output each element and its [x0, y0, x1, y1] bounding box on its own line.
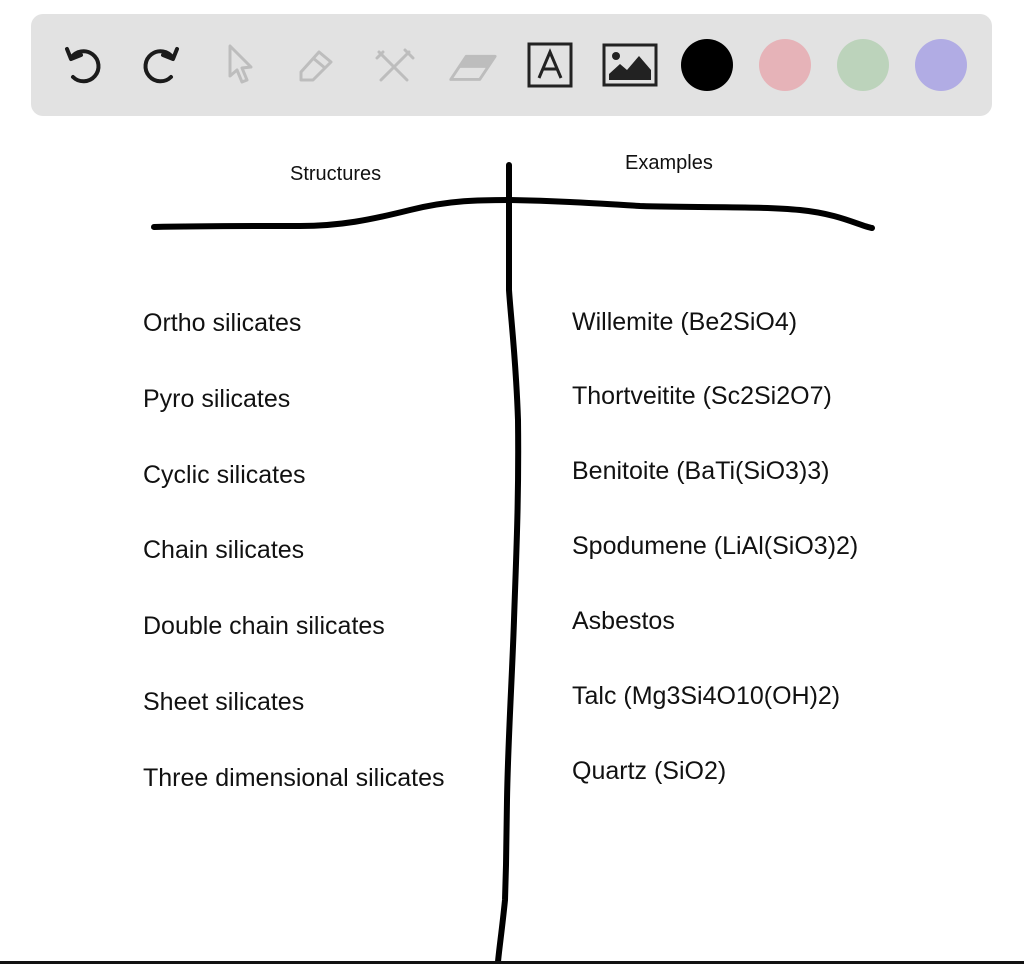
drawing-canvas[interactable]: Structures Examples Ortho silicates Pyro…: [0, 0, 1024, 964]
example-item: Quartz (SiO2): [572, 757, 727, 785]
example-item: Talc (Mg3Si4O10(OH)2): [572, 682, 841, 710]
example-item: Thortveitite (Sc2Si2O7): [572, 382, 832, 410]
structure-item: Double chain silicates: [143, 612, 385, 640]
structure-item: Chain silicates: [143, 536, 305, 564]
example-item: Willemite (Be2SiO4): [572, 308, 798, 336]
structures-header: Structures: [290, 163, 382, 185]
structure-item: Pyro silicates: [143, 385, 291, 413]
structure-item: Sheet silicates: [143, 688, 305, 716]
structure-item: Three dimensional silicates: [143, 764, 445, 792]
horizontal-divider-stroke: [151, 196, 875, 231]
examples-header: Examples: [625, 152, 713, 174]
example-item: Asbestos: [572, 607, 675, 635]
vertical-divider-stroke: [495, 162, 522, 964]
structure-item: Ortho silicates: [143, 309, 302, 337]
structure-item: Cyclic silicates: [143, 461, 306, 489]
example-item: Spodumene (LiAl(SiO3)2): [572, 532, 859, 560]
example-item: Benitoite (BaTi(SiO3)3): [572, 457, 830, 485]
